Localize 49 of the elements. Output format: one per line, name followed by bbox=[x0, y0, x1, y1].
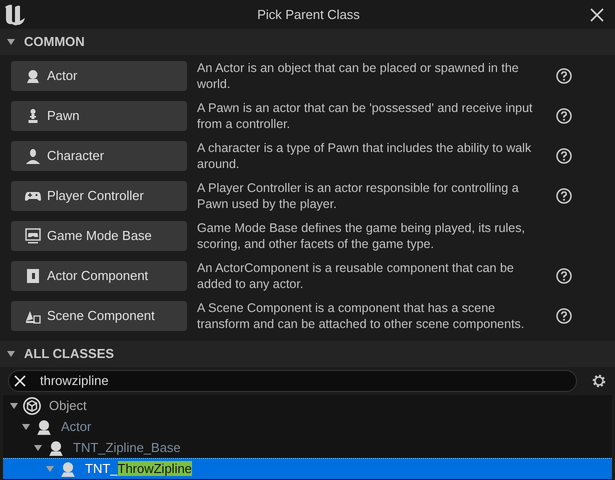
person-icon bbox=[25, 148, 41, 164]
actor-sphere-icon bbox=[35, 418, 53, 436]
class-button[interactable]: Actor bbox=[11, 61, 187, 91]
class-description: A Scene Component is a component that has a scene transform and can be attached to other scene components. bbox=[197, 300, 526, 332]
class-button[interactable]: Game Mode Base bbox=[11, 221, 187, 251]
help-icon[interactable] bbox=[556, 268, 572, 284]
class-button[interactable]: Player Controller bbox=[11, 181, 187, 211]
help-icon[interactable] bbox=[556, 148, 572, 164]
tree-row[interactable]: TNT_Zipline_Base bbox=[3, 437, 612, 458]
caret-icon[interactable] bbox=[9, 400, 19, 410]
caret-icon[interactable] bbox=[6, 349, 16, 359]
caret-icon[interactable] bbox=[6, 37, 16, 47]
section-header[interactable]: COMMON bbox=[0, 29, 615, 55]
window-title: Pick Parent Class bbox=[256, 6, 361, 24]
clear-icon[interactable] bbox=[14, 375, 26, 387]
component-icon bbox=[25, 268, 41, 284]
section-title: ALL CLASSES bbox=[24, 345, 114, 364]
actor-sphere-icon bbox=[47, 438, 65, 456]
tree-item-label: Actor bbox=[61, 418, 92, 436]
class-button[interactable]: Pawn bbox=[11, 101, 187, 131]
actor-sphere-icon bbox=[59, 460, 77, 478]
help-icon[interactable] bbox=[556, 188, 572, 204]
caret-icon[interactable] bbox=[33, 442, 43, 452]
class-button[interactable]: Scene Component bbox=[11, 301, 187, 331]
help-icon[interactable] bbox=[556, 308, 572, 324]
close-icon[interactable] bbox=[590, 8, 604, 22]
class-button[interactable]: Actor Component bbox=[11, 261, 187, 291]
engine-logo-icon bbox=[3, 2, 27, 26]
tree-row[interactable]: Object bbox=[3, 395, 612, 416]
class-description: A character is a type of Pawn that includes the ability to walk around. bbox=[197, 140, 532, 172]
class-description: An ActorComponent is a reusable component that can be added to any actor. bbox=[197, 260, 515, 292]
help-icon[interactable] bbox=[556, 68, 572, 84]
class-description: An Actor is an object that can be placed or spawned in the world. bbox=[197, 60, 520, 92]
help-icon[interactable] bbox=[556, 108, 572, 124]
class-button[interactable]: Character bbox=[11, 141, 187, 171]
tree-item-label: TNT_Zipline_Base bbox=[73, 438, 181, 457]
actor-sphere-icon bbox=[25, 68, 41, 84]
section-title: COMMON bbox=[24, 33, 85, 52]
class-description: A Pawn is an actor that can be 'possessed' and receive input from a controller. bbox=[197, 100, 534, 132]
caret-icon[interactable] bbox=[21, 422, 31, 432]
cube-icon bbox=[23, 396, 41, 414]
settings-icon[interactable] bbox=[591, 373, 607, 389]
class-description: A Player Controller is an actor responsible for controlling a Pawn used by the player. bbox=[197, 180, 520, 212]
search-field[interactable]: throwzipline bbox=[8, 370, 577, 392]
class-description: Game Mode Base defines the game being played, its rules, scoring, and other facets of the game type. bbox=[197, 220, 526, 252]
monitor-gamepad-icon bbox=[25, 228, 41, 244]
tree-row[interactable]: Actor bbox=[3, 416, 612, 437]
tree-item-label: Object bbox=[49, 396, 87, 415]
section-header[interactable]: ALL CLASSES bbox=[0, 341, 615, 367]
